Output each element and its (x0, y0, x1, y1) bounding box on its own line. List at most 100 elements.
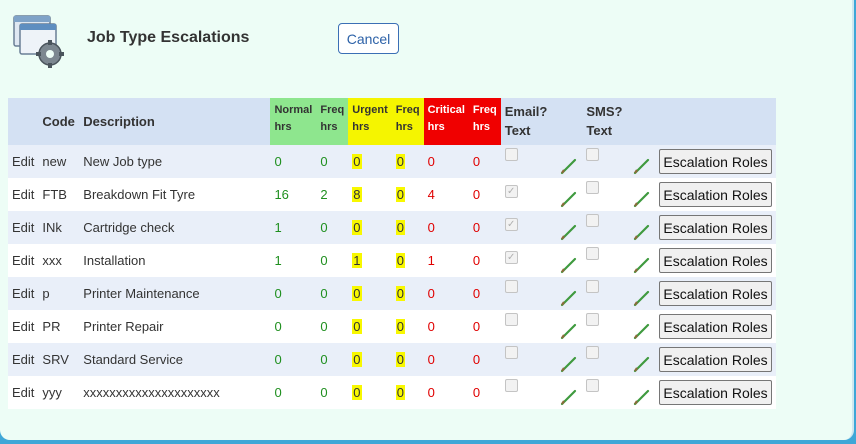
sms-cell (582, 310, 655, 343)
description-cell: Installation (83, 253, 146, 268)
col-description: Description (79, 98, 271, 145)
sms-cell (582, 178, 655, 211)
pencil-icon[interactable] (633, 157, 651, 175)
sms-cell (582, 376, 655, 409)
description-cell: Breakdown Fit Tyre (83, 187, 196, 202)
escalation-roles-button[interactable]: Escalation Roles (659, 314, 772, 339)
pencil-icon[interactable] (633, 322, 651, 340)
roles-cell: Escalation Roles (655, 244, 776, 277)
sms-checkbox[interactable] (586, 181, 600, 195)
sms-checkbox[interactable] (586, 247, 600, 261)
email-cell (501, 277, 583, 310)
email-checkbox[interactable] (504, 313, 518, 327)
table-row: Edit xxx Installation 1 0 1 0 1 0 ✓ Esca… (8, 244, 776, 277)
email-checkbox[interactable]: ✓ (504, 217, 518, 231)
pencil-icon[interactable] (633, 223, 651, 241)
email-cell (501, 376, 583, 409)
critical-freq-cell: 0 (472, 187, 481, 202)
col-critical-freq: Freq hrs (468, 98, 501, 145)
urgent-freq-cell: 0 (395, 220, 405, 235)
description-cell: xxxxxxxxxxxxxxxxxxxxx (83, 385, 220, 400)
roles-cell: Escalation Roles (655, 277, 776, 310)
urgent-hrs-cell: 0 (352, 319, 362, 334)
critical-hrs-cell: 0 (427, 220, 435, 235)
email-checkbox[interactable] (504, 379, 518, 393)
roles-cell: Escalation Roles (655, 178, 776, 211)
edit-link[interactable]: Edit (8, 277, 38, 310)
description-cell: Printer Repair (83, 319, 164, 334)
pencil-icon[interactable] (633, 355, 651, 373)
col-email: Email? Text (500, 98, 583, 145)
urgent-freq-cell: 0 (395, 187, 405, 202)
escalation-roles-button[interactable]: Escalation Roles (659, 182, 772, 207)
critical-freq-cell: 0 (472, 385, 481, 400)
edit-link[interactable]: Edit (8, 310, 38, 343)
edit-link[interactable]: Edit (8, 178, 38, 211)
table-row: Edit PR Printer Repair 0 0 0 0 0 0 Escal… (8, 310, 776, 343)
email-checkbox[interactable]: ✓ (504, 250, 518, 264)
urgent-hrs-cell: 0 (352, 385, 362, 400)
edit-link[interactable]: Edit (8, 376, 38, 409)
pencil-icon[interactable] (633, 289, 651, 307)
email-checkbox[interactable] (504, 280, 518, 294)
email-checkbox[interactable] (504, 346, 518, 360)
critical-freq-cell: 0 (472, 154, 481, 169)
pencil-icon[interactable] (560, 190, 578, 208)
code-cell: new (42, 154, 67, 169)
normal-hrs-cell: 1 (274, 253, 282, 268)
normal-hrs-cell: 0 (274, 286, 282, 301)
cancel-button[interactable]: Cancel (338, 23, 399, 54)
roles-cell: Escalation Roles (655, 343, 776, 376)
edit-link[interactable]: Edit (8, 211, 38, 244)
email-checkbox[interactable] (504, 148, 518, 162)
pencil-icon[interactable] (560, 157, 578, 175)
col-edit (8, 98, 39, 145)
escalation-roles-button[interactable]: Escalation Roles (659, 347, 772, 372)
pencil-icon[interactable] (560, 355, 578, 373)
email-checkbox[interactable]: ✓ (504, 184, 518, 198)
email-cell: ✓ (501, 244, 583, 277)
sms-checkbox[interactable] (586, 379, 600, 393)
code-cell: INk (42, 220, 62, 235)
normal-hrs-cell: 0 (274, 154, 282, 169)
pencil-icon[interactable] (560, 223, 578, 241)
pencil-icon[interactable] (560, 256, 578, 274)
description-cell: New Job type (83, 154, 163, 169)
sms-checkbox[interactable] (586, 280, 600, 294)
escalations-table: Code Description Normal hrs Freq hrs Urgen… (8, 98, 776, 409)
col-urgent-hrs: Urgent hrs (348, 98, 392, 145)
normal-hrs-cell: 1 (274, 220, 282, 235)
pencil-icon[interactable] (560, 322, 578, 340)
col-code: Code (38, 98, 80, 145)
pencil-icon[interactable] (633, 190, 651, 208)
col-urgent-freq: Freq hrs (391, 98, 424, 145)
table-row: Edit p Printer Maintenance 0 0 0 0 0 0 E… (8, 277, 776, 310)
edit-link[interactable]: Edit (8, 343, 38, 376)
pencil-icon[interactable] (633, 256, 651, 274)
email-cell (501, 343, 583, 376)
normal-freq-cell: 0 (320, 319, 328, 334)
critical-freq-cell: 0 (472, 220, 481, 235)
code-cell: PR (42, 319, 61, 334)
escalation-roles-button[interactable]: Escalation Roles (659, 149, 772, 174)
sms-checkbox[interactable] (586, 346, 600, 360)
sms-cell (582, 343, 655, 376)
email-cell: ✓ (501, 178, 583, 211)
edit-link[interactable]: Edit (8, 244, 38, 277)
escalation-roles-button[interactable]: Escalation Roles (659, 248, 772, 273)
escalation-roles-button[interactable]: Escalation Roles (659, 380, 772, 405)
escalation-roles-button[interactable]: Escalation Roles (659, 281, 772, 306)
sms-checkbox[interactable] (586, 148, 600, 162)
sms-checkbox[interactable] (586, 214, 600, 228)
table-header-row: Code Description Normal hrs Freq hrs Urgen… (8, 98, 776, 145)
sms-checkbox[interactable] (586, 313, 600, 327)
pencil-icon[interactable] (560, 289, 578, 307)
pencil-icon[interactable] (560, 388, 578, 406)
table-row: Edit SRV Standard Service 0 0 0 0 0 0 Es… (8, 343, 776, 376)
critical-freq-cell: 0 (472, 286, 481, 301)
edit-link[interactable]: Edit (8, 145, 38, 178)
pencil-icon[interactable] (633, 388, 651, 406)
escalation-roles-button[interactable]: Escalation Roles (659, 215, 772, 240)
normal-hrs-cell: 0 (274, 352, 282, 367)
normal-hrs-cell: 16 (274, 187, 289, 202)
